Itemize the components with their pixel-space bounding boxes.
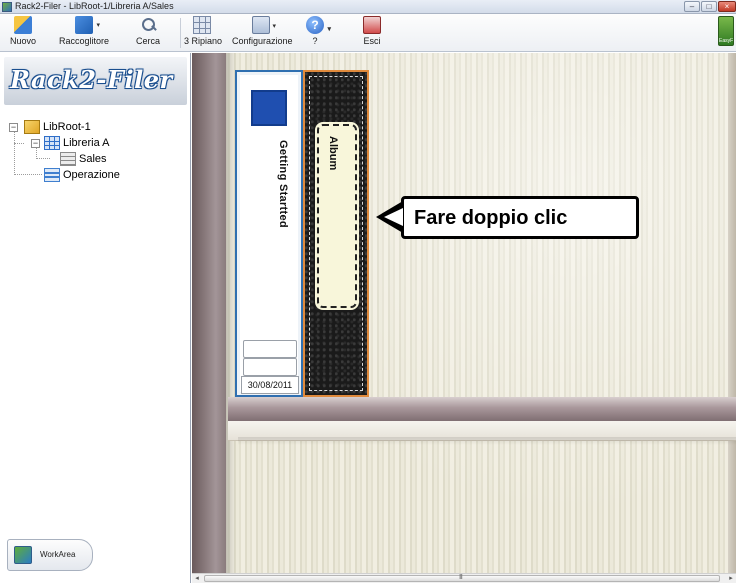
exit-label: Esci [363, 36, 381, 46]
exit-button[interactable]: Esci [360, 16, 384, 46]
workarea-button[interactable]: WorkArea [7, 539, 93, 571]
help-button[interactable]: ? ▾ ? [305, 16, 331, 46]
double-click-callout: Fare doppio clic [401, 196, 639, 239]
workarea-label: WorkArea [40, 550, 76, 559]
close-icon[interactable]: × [718, 1, 736, 12]
shelf-board [228, 397, 736, 421]
collapse-toggle-icon[interactable]: − [9, 123, 18, 132]
configuration-label: Configurazione [232, 36, 293, 46]
binder-color-tab [251, 90, 287, 126]
window-title: Rack2-Filer - LibRoot-1/Libreria A/Sales [15, 1, 174, 11]
binder-spine-label: Album [317, 124, 357, 308]
shelf-grid-icon [193, 16, 211, 34]
scrollbar-grip: III [459, 574, 463, 581]
binder-date: 30/08/2011 [241, 376, 299, 394]
binder-getting-started[interactable]: Getting Startted 30/08/2011 [235, 70, 303, 397]
binder-button-label: Raccoglitore [58, 36, 110, 46]
shelf-side-post [192, 53, 226, 573]
new-file-icon [14, 16, 32, 34]
navigation-pane: Rack2-Filer − LibRoot-1 − Libreria A Sal… [0, 53, 191, 583]
shelf-view-label: 3 Ripiano [184, 36, 223, 46]
search-button[interactable]: Cerca [134, 16, 162, 46]
callout-text: Fare doppio clic [414, 207, 568, 229]
binder-button[interactable]: ▾ Raccoglitore [56, 16, 112, 46]
scrollbar-thumb[interactable]: III [204, 574, 720, 582]
tree-item-sales[interactable]: Sales [0, 151, 120, 167]
tree-item-libreria-a[interactable]: − Libreria A [0, 135, 120, 151]
library-icon [44, 136, 60, 150]
search-button-label: Cerca [135, 36, 160, 46]
tree-item-label: Sales [79, 153, 107, 165]
horizontal-scrollbar[interactable]: ◂ III ▸ [192, 573, 736, 583]
bookshelf-view: Getting Startted 30/08/2011 Album Fare d… [192, 53, 736, 573]
shelf-view-button[interactable]: 3 Ripiano [184, 16, 223, 46]
help-icon: ? ▾ [306, 16, 331, 34]
binder-title: Getting Startted [277, 140, 289, 228]
logo-banner: Rack2-Filer [4, 57, 187, 105]
new-button[interactable]: Nuovo [8, 16, 38, 46]
tree-item-label: LibRoot-1 [43, 121, 91, 133]
shelf-shadow [238, 437, 736, 445]
callout-arrow-fill [384, 208, 403, 226]
exit-icon [363, 16, 381, 34]
binder-title: Album [327, 136, 339, 171]
shelf-icon [60, 152, 76, 166]
toolbar: Nuovo ▾ Raccoglitore Cerca 3 Ripiano ▾ C… [0, 14, 736, 52]
settings-icon: ▾ [252, 16, 276, 34]
operation-icon [44, 168, 60, 182]
configuration-button[interactable]: ▾ Configurazione [232, 16, 293, 46]
easy-app-icon[interactable]: EasyF [718, 16, 734, 46]
title-bar: Rack2-Filer - LibRoot-1/Libreria A/Sales… [0, 0, 736, 14]
workarea-icon [14, 546, 32, 564]
minimize-icon[interactable]: – [684, 1, 700, 12]
shelf-right-edge [728, 53, 736, 573]
app-logo: Rack2-Filer [10, 65, 173, 94]
binder-icon: ▾ [75, 16, 100, 34]
new-button-label: Nuovo [9, 36, 36, 46]
easy-app-label: EasyF [719, 38, 734, 44]
tree-item-libroot[interactable]: − LibRoot-1 [0, 119, 120, 135]
binder-album[interactable]: Album [303, 70, 369, 397]
tree-item-label: Libreria A [63, 137, 110, 149]
toolbar-separator [180, 18, 181, 48]
binder-label-slot [243, 358, 297, 376]
binder-label-slot [243, 340, 297, 358]
help-label: ? [312, 36, 318, 46]
app-icon [2, 2, 12, 12]
maximize-icon[interactable]: □ [701, 1, 717, 12]
search-icon [139, 16, 157, 34]
tree-item-operazione[interactable]: Operazione [0, 167, 120, 183]
root-folder-icon [24, 120, 40, 134]
scroll-right-icon[interactable]: ▸ [726, 574, 736, 583]
tree-item-label: Operazione [63, 169, 120, 181]
window-controls: – □ × [684, 1, 736, 13]
collapse-toggle-icon[interactable]: − [31, 139, 40, 148]
scroll-left-icon[interactable]: ◂ [192, 574, 202, 583]
